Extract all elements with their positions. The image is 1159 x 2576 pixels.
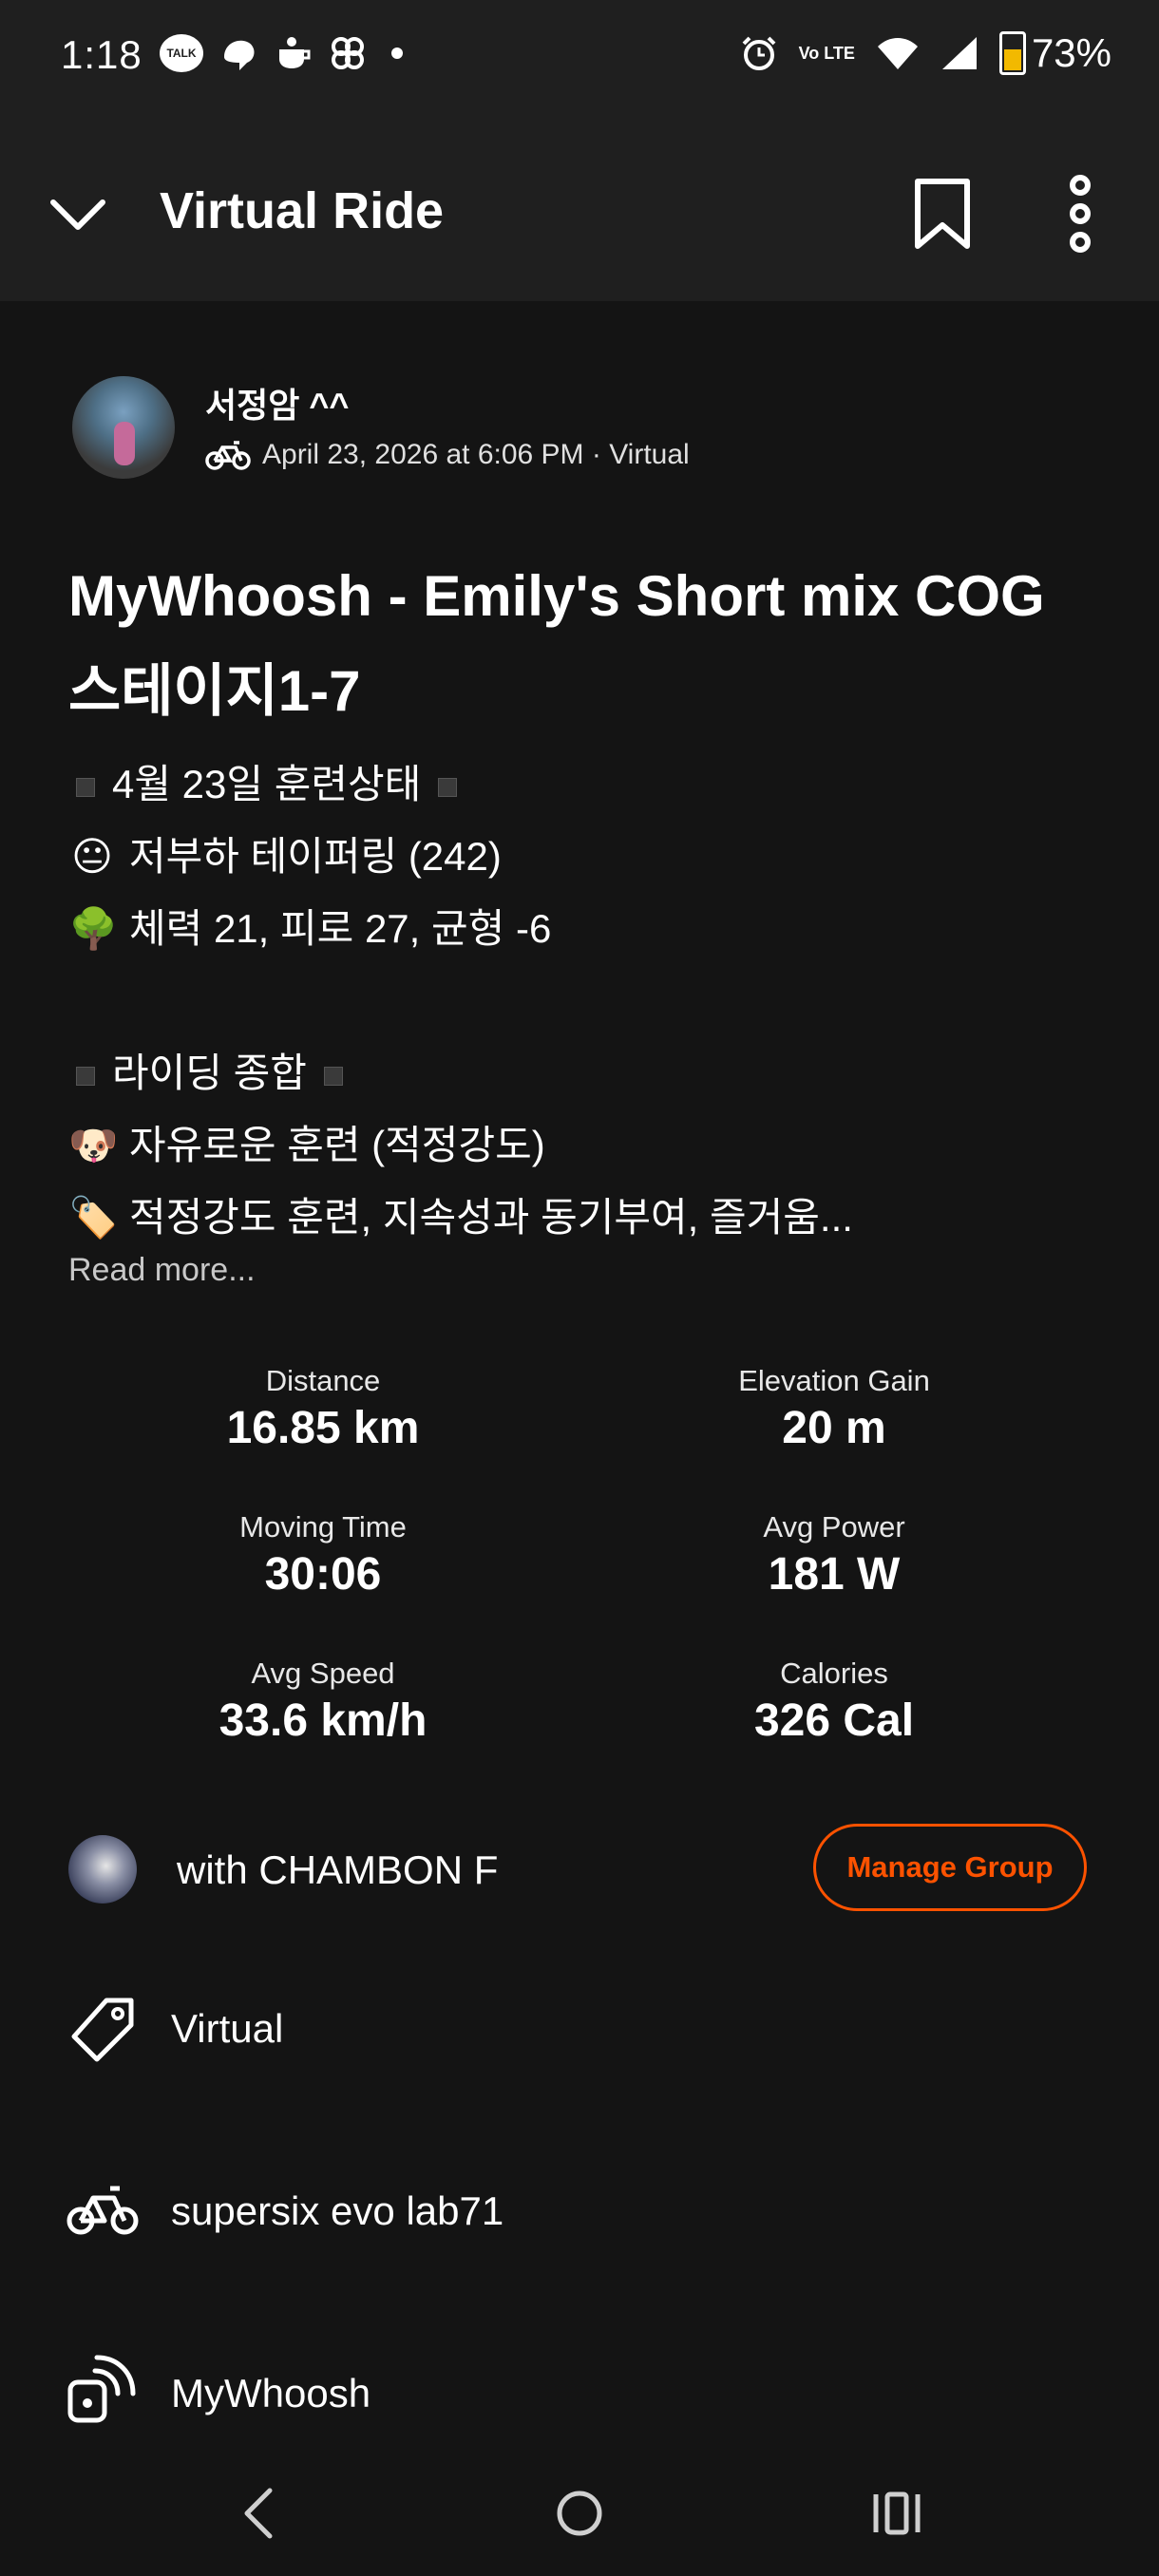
- bike-icon: [205, 441, 251, 470]
- system-icons: Vo LTE 73%: [740, 30, 1112, 76]
- activity-date: April 23, 2026 at 6:06 PM · Virtual: [262, 439, 690, 470]
- activity-description: 4월 23일 훈련상태 😐 저부하 테이퍼링 (242) 🌳 체력 21, 피로 2…: [68, 748, 1113, 1254]
- pinwheel-icon: [332, 37, 364, 69]
- group-members-text[interactable]: with CHAMBON F: [177, 1847, 498, 1893]
- alarm-icon: [742, 36, 776, 70]
- author-avatar[interactable]: [72, 376, 175, 479]
- chevron-down-icon[interactable]: [49, 185, 106, 242]
- more-notifications-dot: [391, 47, 403, 59]
- status-bar: 1:18 TALK Vo LTE 73%: [0, 0, 1159, 119]
- threads-icon: [224, 40, 255, 70]
- description-line: 🏷️ 적정강도 훈련, 지속성과 동기부여, 즐거움...: [68, 1182, 1113, 1254]
- activity-meta: April 23, 2026 at 6:06 PM · Virtual: [205, 439, 690, 471]
- square-icon: [76, 1066, 95, 1086]
- stat-distance: Distance 16.85 km: [133, 1364, 513, 1454]
- volte-icon: Vo LTE: [798, 44, 855, 63]
- device-name[interactable]: MyWhoosh: [171, 2371, 370, 2416]
- stat-avg-power: Avg Power 181 W: [644, 1510, 1024, 1601]
- stat-value: 326 Cal: [753, 1695, 915, 1746]
- cup-icon: [279, 37, 311, 68]
- battery-icon: [998, 31, 1026, 75]
- author-name[interactable]: 서정암 ^^: [205, 378, 349, 427]
- sport-type-label[interactable]: Virtual: [171, 2006, 283, 2052]
- activity-title: MyWhoosh - Emily's Short mix COG 스테이지1-7: [68, 564, 1045, 723]
- stat-label: Avg Speed: [251, 1657, 395, 1690]
- tree-icon: 🌳: [68, 906, 119, 951]
- manage-group-button[interactable]: Manage Group: [813, 1824, 1087, 1911]
- page-title: Virtual Ride: [160, 182, 445, 239]
- stat-value: 20 m: [782, 1403, 886, 1453]
- signal-icon: [941, 37, 977, 69]
- nav-home-icon[interactable]: [555, 2489, 604, 2538]
- device-connect-icon: [67, 2355, 136, 2423]
- stat-calories: Calories 326 Cal: [644, 1657, 1024, 1747]
- stat-elevation: Elevation Gain 20 m: [644, 1364, 1024, 1454]
- stat-value: 30:06: [264, 1549, 382, 1600]
- top-app-bar: Virtual Ride: [0, 119, 1159, 301]
- status-time: 1:18: [61, 32, 142, 77]
- bookmark-icon[interactable]: [910, 176, 975, 252]
- description-line: 😐 저부하 테이퍼링 (242): [68, 821, 1113, 893]
- description-line: 🌳 체력 21, 피로 27, 균형 -6: [68, 893, 1113, 965]
- read-more-link[interactable]: Read more...: [68, 1252, 256, 1289]
- square-icon: [76, 777, 95, 797]
- tag-icon: [71, 1998, 134, 2062]
- wifi-icon: [877, 38, 918, 69]
- square-icon: [438, 777, 458, 797]
- bike-icon: [66, 2186, 139, 2235]
- nav-back-icon[interactable]: [239, 2485, 277, 2542]
- group-member-avatar[interactable]: [68, 1835, 137, 1904]
- label-tag-icon: 🏷️: [68, 1195, 119, 1240]
- description-line: 라이딩 종합: [68, 1037, 1113, 1109]
- stat-avg-speed: Avg Speed 33.6 km/h: [133, 1657, 513, 1747]
- stat-label: Distance: [265, 1364, 381, 1397]
- dog-face-icon: 🐶: [68, 1123, 119, 1167]
- kakaotalk-icon: TALK: [160, 34, 203, 72]
- notification-icons: TALK: [160, 34, 403, 72]
- square-icon: [323, 1066, 343, 1086]
- stat-label: Elevation Gain: [738, 1364, 930, 1397]
- system-nav-bar: [0, 2460, 1159, 2576]
- stat-value: 16.85 km: [226, 1403, 420, 1453]
- bike-name[interactable]: supersix evo lab71: [171, 2188, 504, 2234]
- stat-label: Avg Power: [763, 1510, 905, 1544]
- battery-percent: 73%: [1031, 30, 1112, 75]
- nav-recents-icon[interactable]: [872, 2489, 922, 2538]
- stat-label: Moving Time: [239, 1510, 407, 1544]
- stat-label: Calories: [780, 1657, 888, 1690]
- stat-moving-time: Moving Time 30:06: [133, 1510, 513, 1601]
- more-options-icon[interactable]: [1056, 174, 1104, 254]
- stat-value: 181 W: [768, 1549, 901, 1600]
- description-line: 🐶 자유로운 훈련 (적정강도): [68, 1109, 1113, 1182]
- stat-value: 33.6 km/h: [218, 1695, 428, 1746]
- description-line: 4월 23일 훈련상태: [68, 748, 1113, 821]
- neutral-face-icon: 😐: [71, 834, 113, 879]
